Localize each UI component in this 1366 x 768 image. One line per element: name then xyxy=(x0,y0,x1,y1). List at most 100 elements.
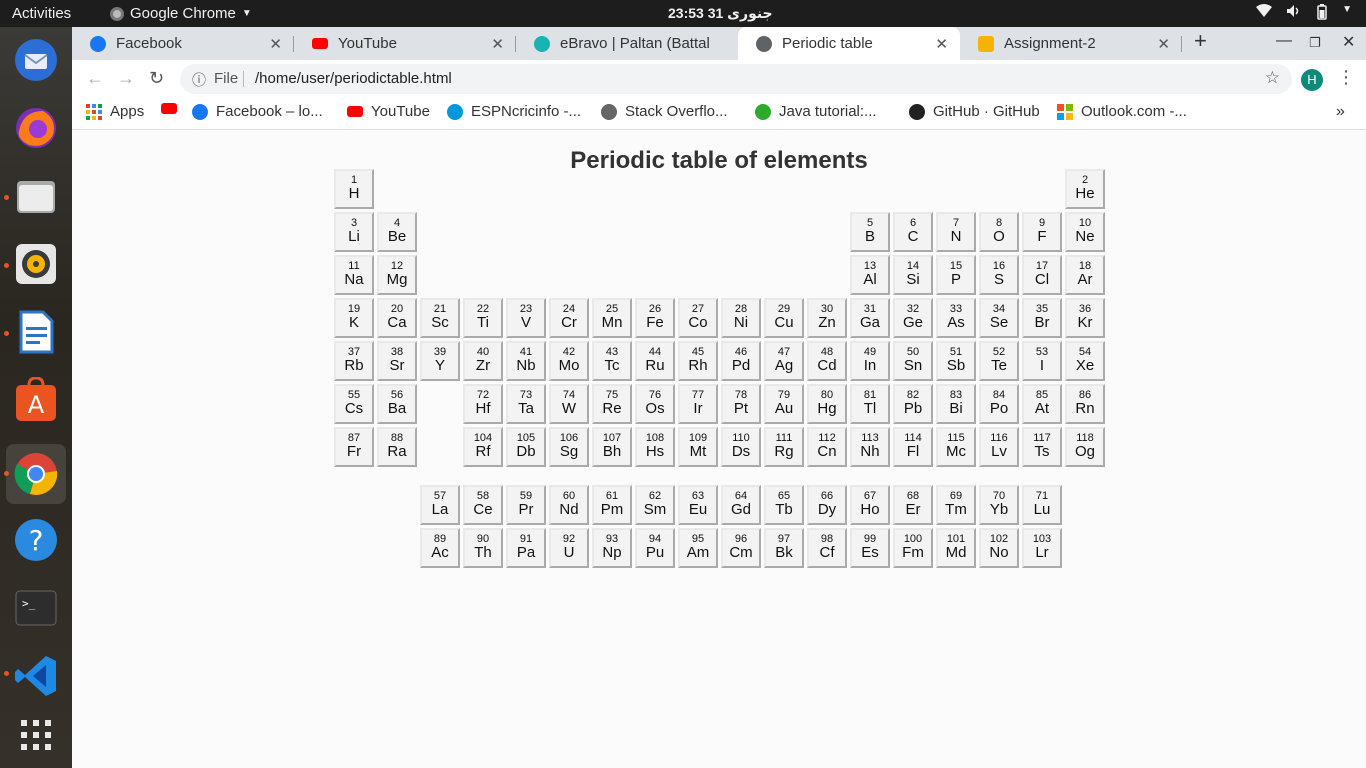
firefox-icon[interactable] xyxy=(12,104,60,152)
element-cell: 64 Gd xyxy=(721,485,761,525)
bookmark-label: Facebook – lo... xyxy=(216,103,323,120)
show-apps-icon[interactable] xyxy=(12,711,60,759)
running-indicator xyxy=(4,471,9,476)
software-center-icon[interactable]: A xyxy=(12,376,60,424)
element-cell: 29 Cu xyxy=(764,298,804,338)
restore-button[interactable]: ❐ xyxy=(1309,35,1321,51)
bookmark-label: GitHub · GitHub xyxy=(933,103,1040,120)
element-cell: 22 Ti xyxy=(463,298,503,338)
element-cell: 36 Kr xyxy=(1065,298,1105,338)
element-symbol: Sm xyxy=(643,501,667,518)
close-icon[interactable]: ✕ xyxy=(1157,35,1170,53)
back-button[interactable]: ← xyxy=(86,68,104,89)
help-icon[interactable]: ? xyxy=(12,516,60,564)
element-cell: 16 S xyxy=(979,255,1019,295)
element-cell: 40 Zr xyxy=(463,341,503,381)
element-symbol: Cn xyxy=(817,443,837,460)
close-icon[interactable]: ✕ xyxy=(269,35,282,53)
element-cell: 23 V xyxy=(506,298,546,338)
svg-text:?: ? xyxy=(29,524,44,557)
tab-divider xyxy=(1181,36,1182,52)
element-symbol: Ne xyxy=(1075,228,1095,245)
bookmark-apps[interactable]: Apps xyxy=(86,103,144,120)
chrome-icon[interactable] xyxy=(6,444,66,504)
app-menu[interactable]: Google Chrome ▼ xyxy=(110,5,252,22)
element-cell: 45 Rh xyxy=(678,341,718,381)
element-symbol: Lu xyxy=(1033,501,1051,518)
element-symbol: Al xyxy=(863,271,877,288)
system-tray[interactable]: ▼ xyxy=(1256,4,1352,23)
bookmark-java-tutorial[interactable]: Java tutorial:... xyxy=(755,103,877,120)
terminal-icon[interactable]: >_ xyxy=(12,584,60,632)
close-window-button[interactable]: ✕ xyxy=(1342,32,1355,52)
element-symbol: Er xyxy=(905,501,921,518)
element-symbol: Db xyxy=(516,443,536,460)
element-cell: 75 Re xyxy=(592,384,632,424)
element-symbol: Po xyxy=(989,400,1009,417)
element-symbol: B xyxy=(864,228,875,245)
reload-button[interactable]: ↻ xyxy=(149,68,164,89)
bookmark-outlook[interactable]: Outlook.com -... xyxy=(1057,103,1187,120)
facebook-favicon-icon xyxy=(90,35,106,52)
tab-assignment[interactable]: Assignment-2 ✕ xyxy=(960,27,1182,60)
element-cell: 41 Nb xyxy=(506,341,546,381)
bookmark-youtube-icon-only[interactable] xyxy=(161,103,185,114)
element-cell: 118 Og xyxy=(1065,427,1105,467)
bookmark-github[interactable]: GitHub · GitHub xyxy=(909,103,1040,120)
libreoffice-writer-icon[interactable] xyxy=(12,308,60,356)
bookmark-espncricinfo[interactable]: ESPNcricinfo -... xyxy=(447,103,581,120)
element-cell: 110 Ds xyxy=(721,427,761,467)
element-symbol: Ge xyxy=(902,314,923,331)
element-symbol: Sn xyxy=(903,357,923,374)
tab-periodic-table[interactable]: Periodic table ✕ xyxy=(738,27,960,60)
vscode-icon[interactable] xyxy=(12,652,60,700)
forward-button[interactable]: → xyxy=(117,68,135,89)
element-cell: 21 Sc xyxy=(420,298,460,338)
element-symbol: Ca xyxy=(387,314,407,331)
clock[interactable]: 23:53 31 جنوری xyxy=(668,5,773,22)
bookmark-star-icon[interactable]: ☆ xyxy=(1265,68,1280,88)
element-symbol: C xyxy=(907,228,919,245)
bookmark-youtube[interactable]: YouTube xyxy=(347,103,430,120)
element-symbol: Eu xyxy=(688,501,708,518)
element-symbol: Lv xyxy=(991,443,1007,460)
element-cell: 62 Sm xyxy=(635,485,675,525)
address-bar[interactable]: ⓘ File /home/user/periodictable.html ☆ xyxy=(180,64,1292,94)
bookmark-label: Java tutorial:... xyxy=(779,103,877,120)
element-symbol: Nd xyxy=(559,501,579,518)
profile-avatar[interactable]: H xyxy=(1301,69,1323,91)
element-symbol: Ti xyxy=(477,314,489,331)
bookmark-stackoverflow[interactable]: Stack Overflo... xyxy=(601,103,728,120)
minimize-button[interactable]: — xyxy=(1276,32,1292,50)
espncricinfo-icon xyxy=(447,103,463,120)
tab-facebook[interactable]: Facebook ✕ xyxy=(72,27,294,60)
tab-youtube[interactable]: YouTube ✕ xyxy=(294,27,516,60)
element-symbol: Cs xyxy=(344,400,364,417)
element-cell: 117 Ts xyxy=(1022,427,1062,467)
files-icon[interactable] xyxy=(12,172,60,220)
close-icon[interactable]: ✕ xyxy=(491,35,504,53)
thunderbird-icon[interactable] xyxy=(12,36,60,84)
element-symbol: Os xyxy=(645,400,665,417)
close-icon[interactable]: ✕ xyxy=(935,35,948,53)
element-cell: 58 Ce xyxy=(463,485,503,525)
more-menu-icon[interactable]: ⋮ xyxy=(1337,67,1355,88)
element-cell: 104 Rf xyxy=(463,427,503,467)
rhythmbox-icon[interactable] xyxy=(12,240,60,288)
url-text[interactable]: /home/user/periodictable.html xyxy=(255,70,452,87)
element-cell: 37 Rb xyxy=(334,341,374,381)
element-symbol: Au xyxy=(774,400,794,417)
bookmark-facebook[interactable]: Facebook – lo... xyxy=(192,103,323,120)
element-cell: 6C xyxy=(893,212,933,252)
tab-ebravo[interactable]: eBravo | Paltan (Battali xyxy=(516,27,738,60)
element-symbol: Np xyxy=(602,544,622,561)
element-symbol: Ce xyxy=(473,501,493,518)
activities-button[interactable]: Activities xyxy=(12,5,71,22)
info-icon[interactable]: ⓘ xyxy=(192,70,206,90)
element-cell: 111 Rg xyxy=(764,427,804,467)
element-symbol: H xyxy=(348,185,360,202)
youtube-icon xyxy=(161,103,177,114)
new-tab-button[interactable]: + xyxy=(1194,28,1207,54)
element-symbol: Ho xyxy=(860,501,880,518)
bookmarks-overflow-icon[interactable]: » xyxy=(1336,103,1345,121)
